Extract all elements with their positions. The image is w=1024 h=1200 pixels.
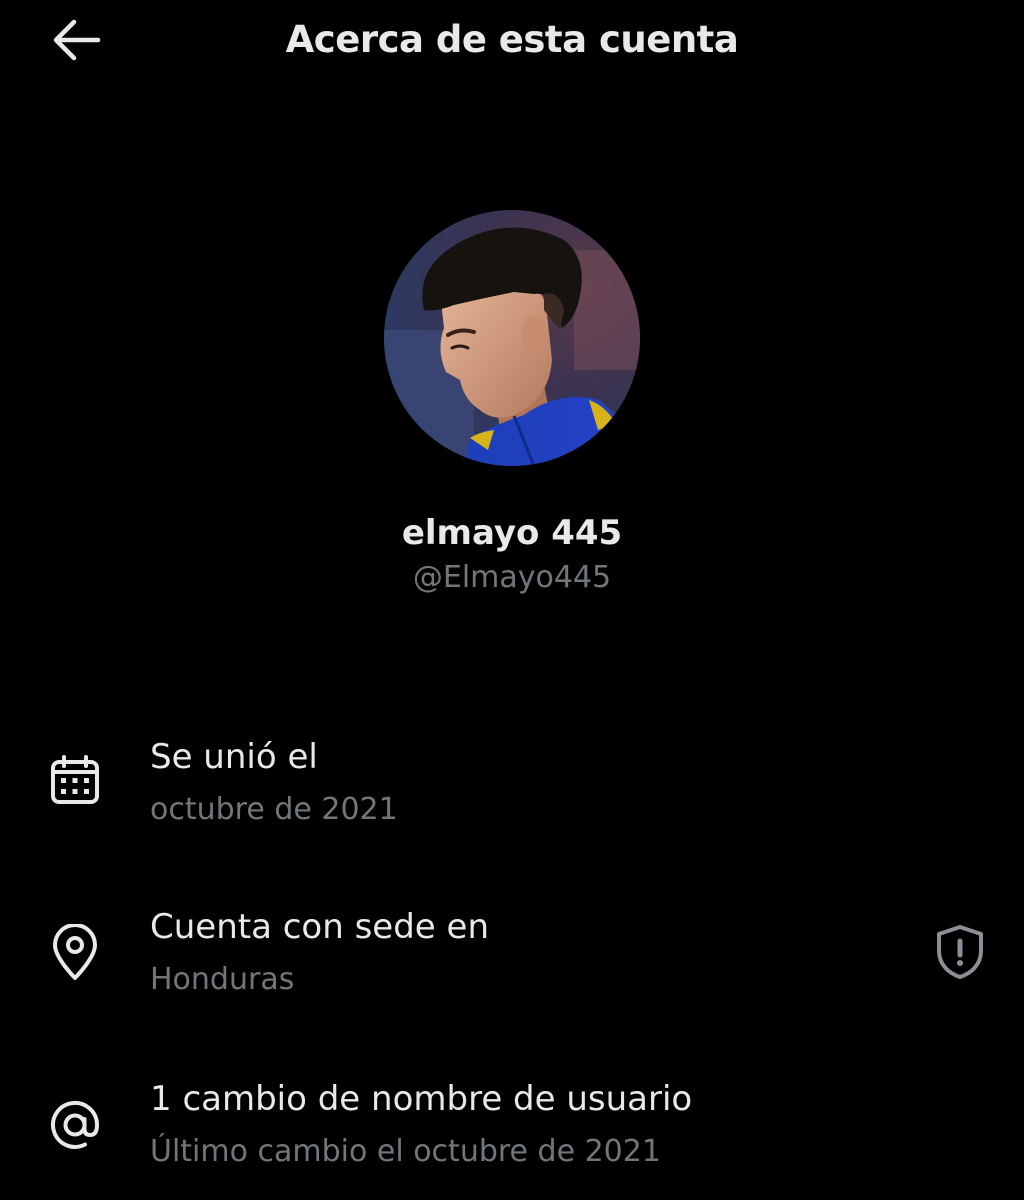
joined-title: Se unió el	[150, 737, 318, 777]
profile-photo	[384, 210, 640, 466]
username-changes-subtitle: Último cambio el octubre de 2021	[150, 1134, 661, 1169]
page-title: Acerca de esta cuenta	[285, 18, 739, 61]
at-sign-icon	[44, 1094, 106, 1156]
username-changes-title: 1 cambio de nombre de usuario	[150, 1079, 693, 1119]
location-pin-icon	[44, 922, 106, 984]
joined-subtitle: octubre de 2021	[150, 792, 398, 827]
account-location-row: Cuenta con sede en Honduras	[0, 900, 1024, 1020]
top-bar: Acerca de esta cuenta	[0, 0, 1024, 84]
display-name: elmayo 445	[401, 513, 623, 553]
username-handle: @Elmayo445	[412, 560, 612, 595]
avatar[interactable]	[384, 210, 640, 466]
shield-alert-icon[interactable]	[928, 920, 992, 984]
calendar-icon	[44, 750, 106, 812]
joined-date-row: Se unió el octubre de 2021	[0, 730, 1024, 850]
username-changes-row: 1 cambio de nombre de usuario Último cam…	[0, 1072, 1024, 1192]
location-title: Cuenta con sede en	[150, 907, 489, 947]
location-subtitle: Honduras	[150, 962, 295, 997]
